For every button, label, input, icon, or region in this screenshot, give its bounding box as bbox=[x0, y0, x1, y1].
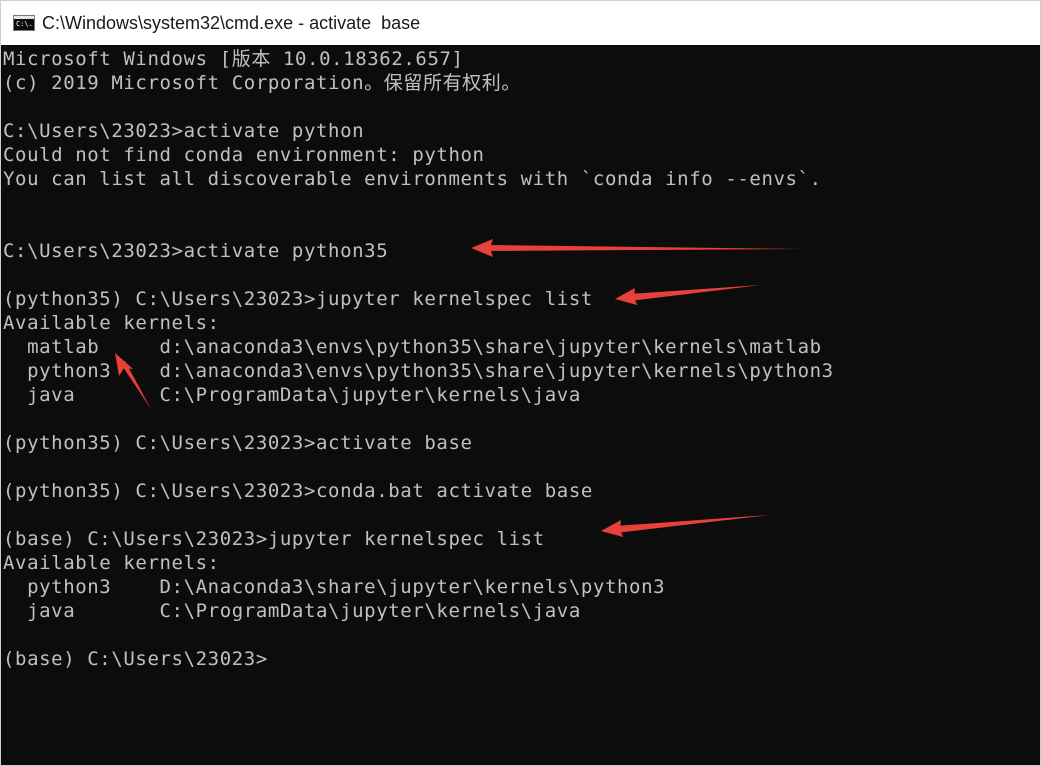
window-title: C:\Windows\system32\cmd.exe - activate b… bbox=[42, 12, 421, 33]
console-line: (python35) C:\Users\23023>conda.bat acti… bbox=[3, 480, 593, 502]
console-line: matlab d:\anaconda3\envs\python35\share\… bbox=[3, 336, 822, 358]
console-line-prompt: (base) C:\Users\23023> bbox=[3, 648, 268, 670]
title-bar[interactable]: C:\. C:\Windows\system32\cmd.exe - activ… bbox=[1, 1, 1040, 45]
console-line: python3 D:\Anaconda3\share\jupyter\kerne… bbox=[3, 576, 666, 598]
console-line: Available kernels: bbox=[3, 312, 220, 334]
console-line: Available kernels: bbox=[3, 552, 220, 574]
console-line: (base) C:\Users\23023>jupyter kernelspec… bbox=[3, 528, 545, 550]
console-line: C:\Users\23023>activate python35 bbox=[3, 240, 389, 262]
console-line: C:\Users\23023>activate python bbox=[3, 120, 365, 142]
cmd-icon: C:\. bbox=[13, 15, 35, 31]
console-line: (python35) C:\Users\23023>activate base bbox=[3, 432, 473, 454]
console-line: (python35) C:\Users\23023>jupyter kernel… bbox=[3, 288, 593, 310]
cmd-icon-glyph: C:\. bbox=[16, 20, 33, 28]
console-line: java C:\ProgramData\jupyter\kernels\java bbox=[3, 600, 581, 622]
console-line: (c) 2019 Microsoft Corporation。保留所有权利。 bbox=[3, 72, 521, 94]
console-line: Microsoft Windows [版本 10.0.18362.657] bbox=[3, 48, 464, 70]
console-line: java C:\ProgramData\jupyter\kernels\java bbox=[3, 384, 581, 406]
console-output[interactable]: Microsoft Windows [版本 10.0.18362.657] (c… bbox=[1, 45, 1040, 765]
console-line: You can list all discoverable environmen… bbox=[3, 168, 822, 190]
console-line: Could not find conda environment: python bbox=[3, 144, 485, 166]
cmd-window: C:\. C:\Windows\system32\cmd.exe - activ… bbox=[0, 0, 1041, 766]
console-line: python3 d:\anaconda3\envs\python35\share… bbox=[3, 360, 834, 382]
